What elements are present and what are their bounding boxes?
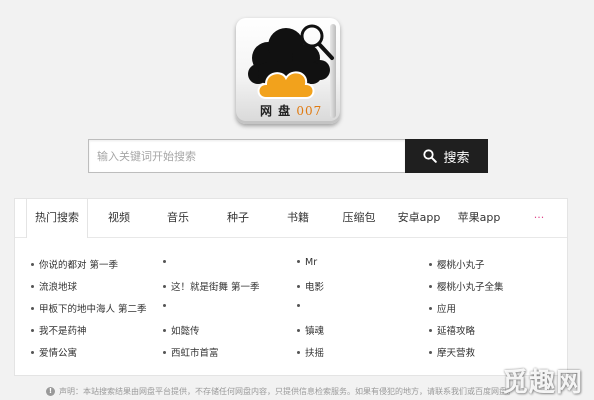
hot-search-item-label: 应用 (437, 304, 457, 315)
hot-search-item[interactable]: 樱桃小丸子全集 (429, 279, 504, 293)
hot-search-item[interactable]: 镇魂 (297, 323, 324, 337)
tab-music[interactable]: 音乐 (167, 199, 189, 237)
hot-search-item[interactable]: 延禧攻略 (429, 323, 475, 337)
bullet-icon (163, 304, 166, 307)
bullet-icon (429, 285, 432, 288)
hot-search-item-label: Mr (305, 257, 318, 268)
search-input[interactable] (88, 139, 405, 173)
hot-search-item-label: 延禧攻略 (437, 326, 476, 337)
tab-ios-app[interactable]: 苹果app (458, 199, 501, 237)
bullet-icon (31, 307, 34, 310)
bullet-icon (429, 351, 432, 354)
logo-brand-text: 网 盘 (260, 104, 292, 118)
bullet-icon (429, 329, 432, 332)
hot-search-item[interactable]: 如懿传 (163, 323, 200, 337)
category-tabs: 热门搜索 视频 音乐 种子 书籍 压缩包 安卓app 苹果app ··· (15, 199, 567, 238)
hot-search-item-label: 西虹市首富 (171, 348, 219, 359)
tab-books[interactable]: 书籍 (287, 199, 309, 237)
bullet-icon (429, 263, 432, 266)
logo-text: 网 盘 007 (260, 102, 322, 119)
bullet-icon (31, 329, 34, 332)
bullet-icon (297, 351, 300, 354)
hot-search-item[interactable] (297, 301, 305, 312)
search-icon (423, 149, 438, 163)
hot-search-item[interactable]: 扶摇 (297, 345, 324, 359)
hot-search-item[interactable]: 这！就是街舞 第一季 (163, 279, 260, 293)
hot-search-item[interactable] (163, 257, 171, 268)
tab-hot-search[interactable]: 热门搜索 (26, 199, 88, 238)
disclaimer-text: 声明：本站搜索结果由网盘平台提供，不存储任何网盘内容，只提供信息检索服务。如果有… (59, 387, 515, 396)
hot-search-item-label: 我不是药神 (39, 326, 87, 337)
bullet-icon (429, 307, 432, 310)
hot-search-item-label: 流浪地球 (39, 282, 78, 293)
search-bar: 搜索 (88, 139, 488, 173)
bullet-icon (163, 260, 166, 263)
hot-search-item[interactable]: 你说的都对 第一季 (31, 257, 118, 271)
hot-search-item-label: 樱桃小丸子全集 (437, 282, 504, 293)
tab-archive[interactable]: 压缩包 (343, 199, 376, 237)
bullet-icon (297, 260, 300, 263)
hot-search-item-label: 如懿传 (171, 326, 200, 337)
bullet-icon (297, 304, 300, 307)
search-button[interactable]: 搜索 (405, 139, 488, 173)
hot-search-item-label: 摩天营救 (437, 348, 476, 359)
bullet-icon (297, 329, 300, 332)
bullet-icon (31, 285, 34, 288)
bullet-icon (163, 285, 166, 288)
bullet-icon (297, 285, 300, 288)
bullet-icon (31, 351, 34, 354)
hot-search-item[interactable]: 应用 (429, 301, 456, 315)
hot-search-item-label: 甲板下的地中海人 第二季 (39, 304, 147, 315)
tab-more[interactable]: ··· (534, 199, 545, 237)
hot-search-item[interactable]: Mr (297, 257, 317, 268)
hot-search-item[interactable]: 甲板下的地中海人 第二季 (31, 301, 147, 315)
hot-search-item-label: 镇魂 (305, 326, 325, 337)
hot-search-item[interactable]: 西虹市首富 (163, 345, 219, 359)
hot-search-item-label: 爱情公寓 (39, 348, 78, 359)
hot-search-item[interactable]: 电影 (297, 279, 324, 293)
hot-search-item[interactable]: 爱情公寓 (31, 345, 77, 359)
tab-android-app[interactable]: 安卓app (398, 199, 441, 237)
site-logo[interactable]: 网 盘 007 (236, 14, 342, 126)
hot-search-item-label: 扶摇 (305, 348, 325, 359)
hot-search-item[interactable]: 樱桃小丸子 (429, 257, 485, 271)
watermark: 觅趣网 (502, 368, 584, 398)
tab-video[interactable]: 视频 (108, 199, 130, 237)
hot-search-item[interactable]: 流浪地球 (31, 279, 77, 293)
hot-search-item[interactable] (163, 301, 171, 312)
hot-search-item[interactable]: 我不是药神 (31, 323, 87, 337)
bullet-icon (163, 351, 166, 354)
hot-search-item-label: 这！就是街舞 第一季 (171, 282, 260, 293)
bullet-icon (31, 263, 34, 266)
hot-search-item-label: 樱桃小丸子 (437, 260, 485, 271)
tab-torrent[interactable]: 种子 (227, 199, 249, 237)
bullet-icon (163, 329, 166, 332)
search-button-label: 搜索 (443, 150, 470, 166)
logo-brand-number: 007 (296, 104, 323, 118)
disclaimer: ! 声明：本站搜索结果由网盘平台提供，不存储任何网盘内容，只提供信息检索服务。如… (46, 386, 515, 397)
hot-search-panel: 热门搜索 视频 音乐 种子 书籍 压缩包 安卓app 苹果app ··· 你说的… (14, 198, 568, 376)
hot-search-item-label: 电影 (305, 282, 325, 293)
hot-search-item[interactable]: 摩天营救 (429, 345, 475, 359)
info-icon: ! (46, 387, 55, 396)
hot-search-item-label: 你说的都对 第一季 (39, 260, 119, 271)
